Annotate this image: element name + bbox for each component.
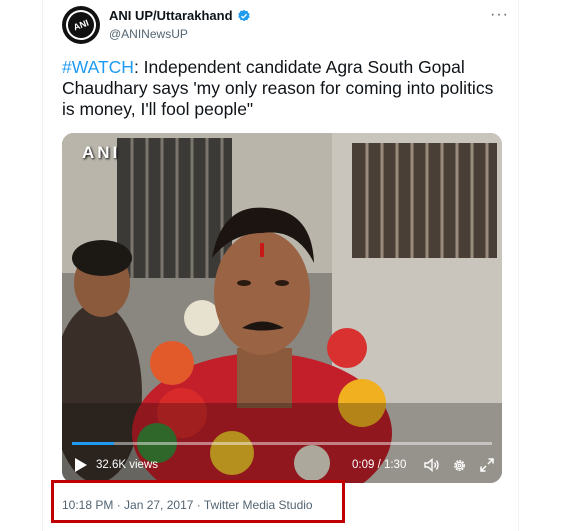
view-count: 32.6K views <box>96 459 159 471</box>
video-time: 0:09 / 1:30 <box>352 459 407 471</box>
video-watermark: ANI <box>82 143 121 162</box>
fullscreen-icon[interactable] <box>480 458 494 472</box>
video-controls: 32.6K views 0:09 / 1:30 <box>62 449 502 483</box>
video-progress-fill <box>72 442 114 445</box>
video-frame-image <box>62 133 502 483</box>
author-display-name[interactable]: ANI UP/Uttarakhand <box>109 8 233 23</box>
author-handle[interactable]: @ANINewsUP <box>109 27 188 41</box>
more-options-icon[interactable]: ··· <box>490 6 509 24</box>
avatar[interactable]: ANI <box>61 5 101 45</box>
video-player[interactable]: ANI 32.6K views 0:09 / 1:30 <box>62 133 502 483</box>
tweet-timestamp[interactable]: 10:18 PM · Jan 27, 2017 · Twitter Media … <box>62 498 313 512</box>
video-progress-bar[interactable] <box>72 442 492 445</box>
verified-badge-icon <box>237 9 250 21</box>
play-icon[interactable] <box>75 458 87 472</box>
tweet-text: #WATCH: Independent candidate Agra South… <box>62 57 502 120</box>
author-row[interactable]: ANI UP/Uttarakhand <box>109 8 251 23</box>
hashtag-link[interactable]: #WATCH <box>62 57 134 77</box>
volume-icon[interactable] <box>424 458 440 472</box>
gear-icon[interactable] <box>452 458 467 473</box>
